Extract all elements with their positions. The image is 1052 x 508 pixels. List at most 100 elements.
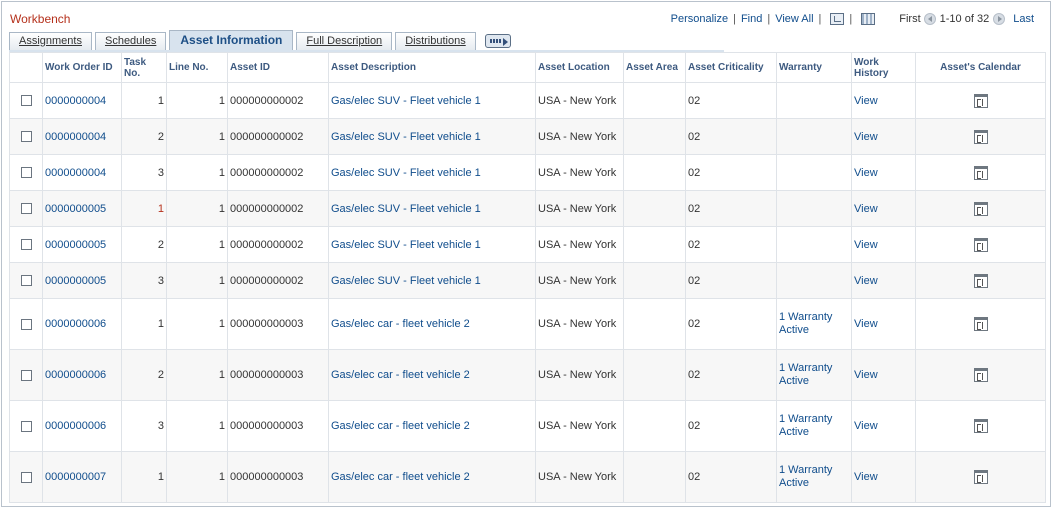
work-order-link[interactable]: 0000000004 <box>45 167 106 179</box>
asset-description-link[interactable]: Gas/elec SUV - Fleet vehicle 1 <box>331 275 481 287</box>
next-arrow-icon[interactable] <box>993 13 1006 25</box>
calendar-cell <box>915 118 1046 155</box>
asset-criticality-cell: 02 <box>685 190 777 227</box>
tab-full-description[interactable]: Full Description <box>296 32 393 50</box>
row-checkbox[interactable] <box>21 318 32 330</box>
tab-assignments[interactable]: Assignments <box>9 32 92 50</box>
calendar-icon[interactable] <box>973 237 988 252</box>
previous-arrow-icon[interactable] <box>923 13 936 25</box>
calendar-icon[interactable] <box>973 368 988 382</box>
row-checkbox[interactable] <box>21 275 32 287</box>
work-history-view-link[interactable]: View <box>854 203 878 215</box>
asset-description-link[interactable]: Gas/elec car - fleet vehicle 2 <box>331 369 470 381</box>
work-order-link[interactable]: 0000000006 <box>45 420 106 432</box>
col-header-task-no[interactable]: Task No. <box>121 52 167 83</box>
table-row: 0000000006 1 1 000000000003 Gas/elec car… <box>9 298 1046 350</box>
work-history-view-link[interactable]: View <box>854 131 878 143</box>
col-header-line-no[interactable]: Line No. <box>166 52 228 83</box>
row-checkbox[interactable] <box>21 131 32 143</box>
find-link[interactable]: Find <box>741 13 762 25</box>
tab-schedules[interactable]: Schedules <box>94 32 167 50</box>
calendar-cell <box>915 298 1046 350</box>
row-checkbox[interactable] <box>21 167 32 179</box>
nav-separator: | <box>818 13 822 25</box>
work-history-view-link[interactable]: View <box>854 471 878 483</box>
col-header-asset-location[interactable]: Asset Location <box>535 52 624 83</box>
calendar-icon[interactable] <box>973 129 988 144</box>
select-cell <box>9 82 43 119</box>
calendar-icon[interactable] <box>973 93 988 108</box>
select-cell <box>9 226 43 263</box>
asset-description-link[interactable]: Gas/elec car - fleet vehicle 2 <box>331 318 470 330</box>
asset-description-link[interactable]: Gas/elec SUV - Fleet vehicle 1 <box>331 131 481 143</box>
col-header-asset-area[interactable]: Asset Area <box>623 52 686 83</box>
asset-id-cell: 000000000002 <box>227 82 329 119</box>
view-all-link[interactable]: View All <box>775 13 813 25</box>
select-cell <box>9 400 43 452</box>
last-page-link[interactable]: Last <box>1013 13 1034 25</box>
asset-description-link[interactable]: Gas/elec car - fleet vehicle 2 <box>331 420 470 432</box>
row-checkbox[interactable] <box>21 471 32 483</box>
table-row: 0000000005 2 1 000000000002 Gas/elec SUV… <box>9 226 1046 263</box>
calendar-icon[interactable] <box>973 165 988 180</box>
col-header-asset-description[interactable]: Asset Description <box>328 52 536 83</box>
calendar-cell <box>915 190 1046 227</box>
calendar-icon[interactable] <box>973 201 988 216</box>
zoom-icon[interactable] <box>830 13 845 25</box>
calendar-icon[interactable] <box>973 273 988 288</box>
work-history-view-link[interactable]: View <box>854 369 878 381</box>
tab-distributions[interactable]: Distributions <box>395 32 476 50</box>
asset-id-cell: 000000000002 <box>227 226 329 263</box>
personalize-link[interactable]: Personalize <box>671 13 728 25</box>
asset-location-cell: USA - New York <box>535 226 624 263</box>
row-checkbox[interactable] <box>21 203 32 215</box>
col-header-work-history[interactable]: Work History <box>851 52 916 83</box>
calendar-icon[interactable] <box>973 470 988 484</box>
asset-location-cell: USA - New York <box>535 118 624 155</box>
asset-description-link[interactable]: Gas/elec SUV - Fleet vehicle 1 <box>331 167 481 179</box>
show-all-columns-icon[interactable] <box>484 34 511 48</box>
asset-description-link[interactable]: Gas/elec SUV - Fleet vehicle 1 <box>331 95 481 107</box>
work-history-view-link[interactable]: View <box>854 167 878 179</box>
work-history-view-link[interactable]: View <box>854 420 878 432</box>
work-order-link[interactable]: 0000000005 <box>45 203 106 215</box>
asset-description-link[interactable]: Gas/elec car - fleet vehicle 2 <box>331 471 470 483</box>
col-header-work-order-id[interactable]: Work Order ID <box>42 52 122 83</box>
row-checkbox[interactable] <box>21 369 32 381</box>
warranty-link[interactable]: 1 Warranty Active <box>779 464 832 489</box>
col-header-asset-id[interactable]: Asset ID <box>227 52 329 83</box>
calendar-icon[interactable] <box>973 419 988 433</box>
col-header-assets-calendar[interactable]: Asset's Calendar <box>915 52 1046 83</box>
work-order-link[interactable]: 0000000004 <box>45 131 106 143</box>
col-header-warranty[interactable]: Warranty <box>776 52 852 83</box>
warranty-link[interactable]: 1 Warranty Active <box>779 362 832 387</box>
work-order-link[interactable]: 0000000004 <box>45 95 106 107</box>
asset-criticality-cell: 02 <box>685 154 777 191</box>
warranty-link[interactable]: 1 Warranty Active <box>779 311 832 336</box>
work-history-view-link[interactable]: View <box>854 275 878 287</box>
task-no-cell: 1 <box>121 82 167 119</box>
work-order-link[interactable]: 0000000007 <box>45 471 106 483</box>
asset-description-link[interactable]: Gas/elec SUV - Fleet vehicle 1 <box>331 239 481 251</box>
asset-location-cell: USA - New York <box>535 298 624 350</box>
download-grid-icon[interactable] <box>861 13 876 25</box>
table-row: 0000000004 1 1 000000000002 Gas/elec SUV… <box>9 82 1046 119</box>
calendar-icon[interactable] <box>973 317 988 331</box>
row-checkbox[interactable] <box>21 95 32 107</box>
select-cell <box>9 262 43 299</box>
warranty-link[interactable]: 1 Warranty Active <box>779 413 832 438</box>
row-checkbox[interactable] <box>21 239 32 251</box>
work-history-view-link[interactable]: View <box>854 318 878 330</box>
work-history-view-link[interactable]: View <box>854 239 878 251</box>
select-cell <box>9 451 43 503</box>
asset-location-cell: USA - New York <box>535 262 624 299</box>
work-order-link[interactable]: 0000000005 <box>45 275 106 287</box>
work-order-link[interactable]: 0000000005 <box>45 239 106 251</box>
work-order-link[interactable]: 0000000006 <box>45 369 106 381</box>
work-order-link[interactable]: 0000000006 <box>45 318 106 330</box>
col-header-asset-criticality[interactable]: Asset Criticality <box>685 52 777 83</box>
asset-description-link[interactable]: Gas/elec SUV - Fleet vehicle 1 <box>331 203 481 215</box>
row-checkbox[interactable] <box>21 420 32 432</box>
work-history-view-link[interactable]: View <box>854 95 878 107</box>
tab-asset-information[interactable]: Asset Information <box>169 30 294 50</box>
